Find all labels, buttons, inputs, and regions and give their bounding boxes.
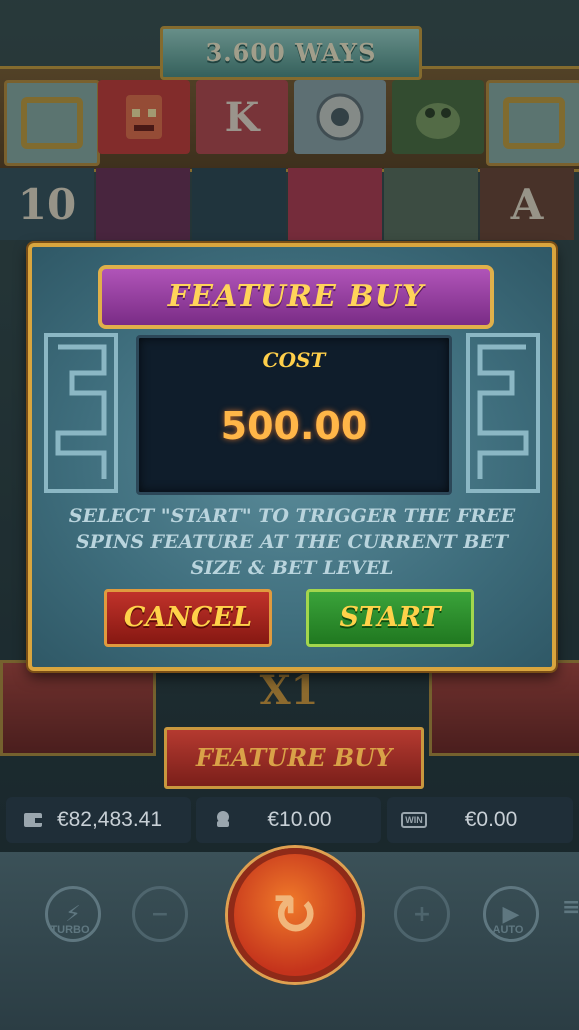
cost-label: COST — [262, 348, 326, 372]
auto-label: AUTO — [492, 924, 524, 936]
cost-value: 500.00 — [220, 404, 368, 448]
cancel-button[interactable]: CANCEL — [104, 589, 272, 647]
play-icon: ▶ — [502, 901, 520, 927]
balance-display: €82,483.41 — [6, 797, 191, 843]
minus-icon: − — [150, 901, 170, 927]
instruction-text: SELECT "START" TO TRIGGER THE FREE SPINS… — [68, 505, 516, 579]
balance-value: €82,483.41 — [56, 808, 163, 831]
feature-buy-button[interactable]: FEATURE BUY — [164, 727, 424, 789]
decrease-bet-button[interactable]: − — [132, 886, 188, 942]
right-maze-ornament — [466, 333, 540, 493]
wallet-icon — [18, 805, 48, 835]
coins-icon — [208, 805, 238, 835]
bet-display[interactable]: €10.00 — [196, 797, 381, 843]
dialog-title: FEATURE BUY — [98, 265, 494, 329]
menu-icon[interactable]: ≡ — [562, 895, 579, 920]
win-icon: WIN — [399, 805, 429, 835]
multiplier-display: X1 — [259, 667, 319, 714]
spin-button[interactable]: ↻ — [228, 848, 362, 982]
start-button[interactable]: START — [306, 589, 474, 647]
turbo-label: TURBO — [50, 924, 90, 936]
win-value: €0.00 — [464, 808, 518, 831]
left-maze-ornament — [44, 333, 118, 493]
cost-panel: COST 500.00 — [136, 335, 452, 495]
spin-icon: ↻ — [271, 882, 319, 948]
feature-buy-dialog: FEATURE BUY COST 500.00 SELECT "START" T… — [28, 243, 556, 671]
increase-bet-button[interactable]: + — [394, 886, 450, 942]
bet-value: €10.00 — [267, 808, 332, 831]
win-display: WIN €0.00 — [387, 797, 573, 843]
lightning-icon: ⚡ — [65, 901, 81, 927]
plus-icon: + — [412, 901, 432, 927]
